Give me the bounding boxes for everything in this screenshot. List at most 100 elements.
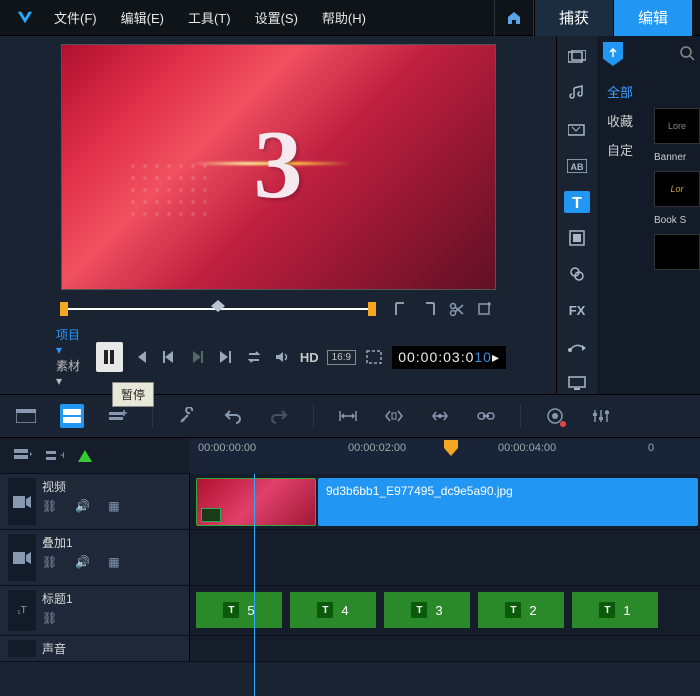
library-thumb-2-label: Book S bbox=[654, 215, 700, 226]
track-link-icon[interactable]: ⛓ bbox=[42, 611, 57, 625]
timeline: + 00:00:00:00 00:00:02:00 00:00:04:00 0 … bbox=[0, 438, 700, 662]
preview-tab-project[interactable]: 项目▾ bbox=[56, 326, 84, 357]
trim-out-handle[interactable] bbox=[368, 302, 376, 316]
overlay-track-icon[interactable] bbox=[8, 534, 36, 581]
ruler-t2: 00:00:04:00 bbox=[498, 442, 556, 454]
track-video: 视频 ⛓ 🔊 ▦ 9d3b6bb1_E977495_dc9e5a90.jpg bbox=[0, 474, 700, 530]
menu-help[interactable]: 帮助(H) bbox=[310, 8, 378, 27]
mark-in-icon[interactable] bbox=[390, 298, 412, 320]
title-clip-4[interactable]: T4 bbox=[290, 592, 376, 628]
prev-frame-icon[interactable] bbox=[159, 346, 179, 368]
lib-path-icon[interactable] bbox=[564, 336, 590, 358]
title-track-icon[interactable]: ₁T bbox=[8, 590, 36, 631]
track-options-icon[interactable] bbox=[14, 449, 32, 463]
lib-filter-icon[interactable] bbox=[564, 263, 590, 285]
video-track-icon[interactable] bbox=[8, 478, 36, 525]
aspect-ratio[interactable]: 16:9 bbox=[327, 350, 356, 365]
track-audio: 声音 bbox=[0, 636, 700, 662]
lib-title-icon[interactable]: T bbox=[564, 191, 590, 213]
scrub-marker[interactable] bbox=[211, 300, 225, 312]
scrub-bar[interactable] bbox=[60, 298, 376, 320]
home-button[interactable] bbox=[494, 0, 534, 36]
track-title: ₁T 标题1 ⛓ T5 T4 T3 T2 T1 bbox=[0, 586, 700, 636]
audio-track-icon[interactable] bbox=[8, 640, 36, 657]
timeline-ruler[interactable]: 00:00:00:00 00:00:02:00 00:00:04:00 0 bbox=[190, 438, 700, 474]
track-add-icon[interactable]: + bbox=[46, 449, 64, 463]
lib-transition-icon[interactable] bbox=[564, 118, 590, 140]
library-panel: AB T FX 全部 收藏 自定 Lore Banner Lor Book S bbox=[556, 36, 700, 394]
next-frame-icon[interactable] bbox=[187, 346, 207, 368]
track-mute-icon[interactable]: 🔊 bbox=[75, 555, 90, 569]
pause-button[interactable] bbox=[96, 342, 123, 372]
timecode-display[interactable]: 00:00:03:010▸ bbox=[392, 346, 506, 369]
zoom-project-icon[interactable] bbox=[382, 404, 406, 428]
preview-tab-clip[interactable]: 素材▾ bbox=[56, 357, 84, 388]
library-thumb-1[interactable]: Lore bbox=[654, 108, 700, 144]
tooltip-pause: 暂停 bbox=[112, 382, 154, 407]
undo-icon[interactable] bbox=[221, 404, 245, 428]
menu-tools[interactable]: 工具(T) bbox=[176, 8, 243, 27]
search-icon[interactable] bbox=[680, 46, 696, 62]
ruler-t1: 00:00:02:00 bbox=[348, 442, 406, 454]
split-icon[interactable] bbox=[446, 298, 468, 320]
align-icon[interactable] bbox=[428, 404, 452, 428]
add-track-icon[interactable] bbox=[106, 404, 130, 428]
marker-add-icon[interactable] bbox=[474, 298, 496, 320]
lib-fx-icon[interactable]: FX bbox=[564, 299, 590, 321]
track-overlay: 叠加1 ⛓ 🔊 ▦ bbox=[0, 530, 700, 586]
library-thumb-2[interactable]: Lor bbox=[654, 171, 700, 207]
title-clip-1[interactable]: T1 bbox=[572, 592, 658, 628]
title-clip-5[interactable]: T5 bbox=[196, 592, 282, 628]
clip-video-1[interactable] bbox=[196, 478, 316, 526]
fullscreen-icon[interactable] bbox=[364, 346, 384, 368]
app-logo bbox=[16, 9, 34, 27]
menu-settings[interactable]: 设置(S) bbox=[243, 8, 310, 27]
filter-all[interactable]: 全部 bbox=[603, 80, 700, 103]
record-icon[interactable] bbox=[543, 404, 567, 428]
go-start-icon[interactable] bbox=[131, 346, 151, 368]
title-clip-3[interactable]: T3 bbox=[384, 592, 470, 628]
track-link-icon[interactable]: ⛓ bbox=[42, 499, 57, 513]
title-clip-2[interactable]: T2 bbox=[478, 592, 564, 628]
lib-audio-icon[interactable] bbox=[564, 82, 590, 104]
menubar: 文件(F) 编辑(E) 工具(T) 设置(S) 帮助(H) 捕获 编辑 bbox=[0, 0, 700, 36]
track-lock-icon[interactable]: ▦ bbox=[108, 555, 119, 569]
loop-icon[interactable] bbox=[244, 346, 264, 368]
volume-icon[interactable] bbox=[272, 346, 292, 368]
mixer-icon[interactable] bbox=[589, 404, 613, 428]
ruler-t3: 0 bbox=[648, 442, 654, 454]
lib-ab-icon[interactable]: AB bbox=[564, 155, 590, 177]
lib-media-icon[interactable] bbox=[564, 46, 590, 68]
svg-text:T: T bbox=[572, 195, 582, 210]
mark-out-icon[interactable] bbox=[418, 298, 440, 320]
storyboard-view-icon[interactable] bbox=[14, 404, 38, 428]
fit-width-icon[interactable] bbox=[336, 404, 360, 428]
track-lock-icon[interactable]: ▦ bbox=[108, 499, 119, 513]
track-link-icon[interactable]: ⛓ bbox=[42, 555, 57, 569]
library-thumb-1-label: Banner bbox=[654, 152, 700, 163]
svg-text:AB: AB bbox=[571, 162, 584, 172]
link-icon[interactable] bbox=[474, 404, 498, 428]
tab-capture[interactable]: 捕获 bbox=[534, 0, 613, 36]
menu-file[interactable]: 文件(F) bbox=[42, 8, 109, 27]
redo-icon[interactable] bbox=[267, 404, 291, 428]
ruler-t0: 00:00:00:00 bbox=[198, 442, 256, 454]
pin-icon[interactable] bbox=[603, 42, 623, 66]
track-mute-icon[interactable]: 🔊 bbox=[75, 499, 90, 513]
lib-screen-icon[interactable] bbox=[564, 372, 590, 394]
tab-edit[interactable]: 编辑 bbox=[613, 0, 692, 36]
menu-edit[interactable]: 编辑(E) bbox=[109, 8, 176, 27]
track-enable-icon[interactable] bbox=[78, 450, 92, 462]
preview-canvas[interactable]: 3 bbox=[61, 44, 496, 290]
clip-image-1[interactable]: 9d3b6bb1_E977495_dc9e5a90.jpg bbox=[318, 478, 698, 526]
track-title-label: 标题1 bbox=[42, 590, 181, 607]
go-end-icon[interactable] bbox=[215, 346, 235, 368]
hd-toggle[interactable]: HD bbox=[300, 350, 319, 365]
track-overlay-label: 叠加1 bbox=[42, 534, 181, 551]
timeline-view-icon[interactable] bbox=[60, 404, 84, 428]
playhead-handle[interactable] bbox=[444, 440, 458, 456]
trim-in-handle[interactable] bbox=[60, 302, 68, 316]
tools-icon[interactable] bbox=[175, 404, 199, 428]
library-thumb-3[interactable] bbox=[654, 234, 700, 270]
lib-graphic-icon[interactable] bbox=[564, 227, 590, 249]
